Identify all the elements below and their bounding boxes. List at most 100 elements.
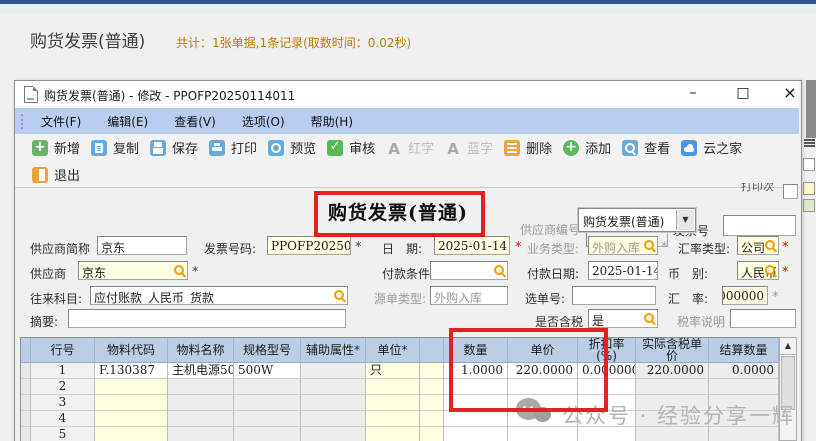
table-cell[interactable] — [301, 395, 366, 411]
lookup-magnifier-icon[interactable] — [333, 289, 346, 302]
table-cell[interactable] — [95, 427, 168, 441]
table-cell[interactable] — [420, 427, 444, 441]
audit-button[interactable]: 审核 — [327, 138, 375, 157]
table-cell[interactable]: 0.0000 — [709, 363, 779, 379]
print-button[interactable]: 打印 — [209, 138, 257, 157]
src-type-field[interactable]: 外购入库 — [430, 286, 508, 305]
table-cell[interactable]: 220.0000 — [636, 363, 709, 379]
table-cell[interactable] — [366, 427, 420, 441]
table-cell[interactable]: 0.000000 — [578, 363, 636, 379]
table-cell[interactable] — [21, 395, 31, 411]
table-cell[interactable]: 4 — [31, 411, 95, 427]
lookup-magnifier-icon[interactable] — [764, 264, 777, 277]
exit-button[interactable]: 退出 — [32, 165, 80, 184]
lookup-magnifier-icon[interactable] — [643, 312, 656, 325]
blue-letter-button[interactable]: 蓝字 — [445, 138, 493, 158]
new-button[interactable]: 新增 — [32, 138, 80, 157]
table-cell[interactable] — [168, 395, 234, 411]
lookup-magnifier-icon[interactable] — [643, 239, 656, 252]
table-cell[interactable]: 500W — [234, 363, 301, 379]
table-cell[interactable] — [168, 379, 234, 395]
table-cell[interactable] — [234, 379, 301, 395]
table-cell[interactable] — [709, 395, 779, 411]
column-header[interactable]: 单价 — [508, 338, 578, 363]
table-cell[interactable] — [301, 411, 366, 427]
table-cell[interactable] — [636, 427, 709, 441]
menu-options[interactable]: 选项(O) — [236, 113, 291, 130]
table-cell[interactable] — [21, 411, 31, 427]
table-cell[interactable] — [95, 411, 168, 427]
column-header[interactable]: 折扣率(%) — [578, 338, 636, 363]
column-header[interactable] — [21, 338, 31, 363]
ex-rate-field[interactable]: 1.000000 — [722, 286, 768, 305]
print-count-field[interactable] — [783, 184, 798, 199]
scrollbar-thumb[interactable] — [781, 356, 795, 410]
menu-edit[interactable]: 编辑(E) — [101, 113, 154, 130]
red-letter-button[interactable]: 红字 — [386, 138, 434, 158]
view-button[interactable]: 查看 — [622, 138, 670, 157]
menu-help[interactable]: 帮助(H) — [305, 113, 359, 130]
table-cell[interactable] — [578, 427, 636, 441]
table-cell[interactable]: 1.0000 — [444, 363, 508, 379]
minimize-button[interactable]: – — [683, 84, 703, 102]
table-cell[interactable] — [508, 427, 578, 441]
scroll-up-icon[interactable]: ▲ — [780, 338, 796, 355]
table-cell[interactable] — [578, 379, 636, 395]
table-cell[interactable]: 3 — [31, 395, 95, 411]
rate-type-field[interactable]: 公司 — [737, 236, 779, 255]
table-cell[interactable] — [578, 395, 636, 411]
tax-included-field[interactable]: 是 — [588, 309, 658, 328]
save-button[interactable]: 保存 — [150, 138, 198, 157]
table-cell[interactable]: 1 — [31, 363, 95, 379]
table-cell[interactable] — [366, 379, 420, 395]
table-cell[interactable]: F.130387 — [95, 363, 168, 379]
delete-button[interactable]: 删除 — [504, 138, 552, 157]
table-cell[interactable] — [168, 427, 234, 441]
invoice-no-field[interactable]: PPOFP20250114011 — [267, 236, 351, 255]
column-header[interactable]: 单位* — [366, 338, 420, 363]
table-cell[interactable] — [709, 427, 779, 441]
column-header[interactable]: 行号 — [31, 338, 95, 363]
table-cell[interactable] — [234, 411, 301, 427]
table-cell[interactable] — [21, 379, 31, 395]
invoice-type-combobox[interactable]: 购货发票(普通) ▼ — [578, 208, 696, 232]
table-cell[interactable] — [234, 395, 301, 411]
invoice-no-top-field[interactable] — [723, 215, 796, 236]
menu-file[interactable]: 文件(F) — [35, 113, 87, 130]
table-cell[interactable]: 5 — [31, 427, 95, 441]
table-cell[interactable] — [444, 379, 508, 395]
vertical-scrollbar[interactable]: ▲ — [779, 337, 797, 441]
table-cell[interactable] — [508, 395, 578, 411]
lookup-magnifier-icon[interactable] — [493, 264, 506, 277]
table-cell[interactable] — [444, 427, 508, 441]
table-cell[interactable] — [444, 395, 508, 411]
select-no-field[interactable] — [572, 286, 656, 305]
column-header[interactable]: 辅助属性* — [301, 338, 366, 363]
pay-date-field[interactable]: 2025-01-14 — [588, 261, 658, 280]
pay-terms-field[interactable] — [430, 261, 508, 280]
table-cell[interactable] — [301, 427, 366, 441]
table-cell[interactable] — [366, 395, 420, 411]
table-cell[interactable] — [636, 395, 709, 411]
table-cell[interactable] — [636, 379, 709, 395]
table-cell[interactable] — [21, 427, 31, 441]
table-cell[interactable] — [301, 379, 366, 395]
cloud-home-button[interactable]: 云之家 — [681, 138, 742, 157]
table-cell[interactable] — [168, 411, 234, 427]
table-cell[interactable] — [420, 363, 444, 379]
table-cell[interactable] — [301, 363, 366, 379]
column-header[interactable] — [420, 338, 444, 363]
summary-field[interactable] — [68, 309, 346, 328]
tax-note-field[interactable] — [730, 309, 796, 328]
add-button[interactable]: 添加 — [563, 138, 611, 157]
supplier-field[interactable]: 京东 — [78, 261, 188, 280]
column-header[interactable]: 结算数量 — [709, 338, 779, 363]
table-cell[interactable] — [21, 363, 31, 379]
table-cell[interactable] — [420, 395, 444, 411]
lookup-magnifier-icon[interactable] — [764, 239, 777, 252]
table-cell[interactable] — [709, 411, 779, 427]
table-cell[interactable] — [444, 411, 508, 427]
biz-type-field[interactable]: 外购入库 — [588, 236, 658, 255]
table-cell[interactable] — [234, 427, 301, 441]
supplier-short-field[interactable]: 京东 — [97, 236, 187, 255]
